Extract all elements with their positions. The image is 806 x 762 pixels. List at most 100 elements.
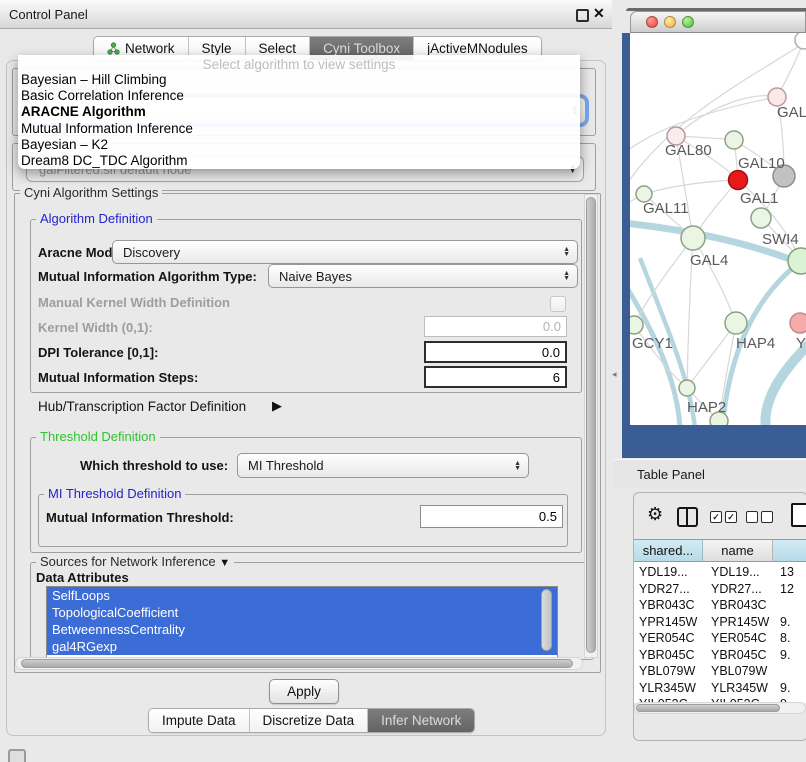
- table-row[interactable]: YER054CYER054C8.: [634, 630, 806, 647]
- node-label: HAP4: [736, 335, 775, 352]
- expand-arrow-icon[interactable]: ▶: [272, 398, 282, 414]
- network-node[interactable]: [679, 380, 695, 396]
- column-header-shared-name[interactable]: shared...: [634, 540, 703, 562]
- mi-steps-field[interactable]: 6: [424, 366, 567, 388]
- manual-kernel-checkbox[interactable]: [550, 296, 566, 312]
- dropdown-placeholder: Select algorithm to view settings: [18, 55, 580, 72]
- mi-algorithm-type-combo[interactable]: Naive Bayes ▲▼: [268, 264, 578, 288]
- mi-steps-value: 6: [553, 370, 560, 385]
- tab-label: Impute Data: [162, 713, 236, 728]
- minimized-panel-button[interactable]: [8, 749, 26, 762]
- cell: YDL19...: [703, 565, 773, 579]
- screen: Control Panel ✕ Network Style Select Cyn…: [0, 0, 806, 762]
- checked-checkbox-icon[interactable]: ✓: [710, 511, 722, 523]
- table-row[interactable]: YDL19...YDL19...13: [634, 564, 806, 581]
- tab-label: Select: [259, 41, 297, 56]
- network-canvas[interactable]: GAL GAL80 GAL10 GAL1 GAL11 SWI4 GAL4 GCY…: [630, 33, 806, 425]
- tab-label: Cyni Toolbox: [323, 41, 400, 56]
- hub-tf-section-label: Hub/Transcription Factor Definition: [38, 399, 246, 414]
- dropdown-item[interactable]: Bayesian – Hill Climbing: [18, 72, 580, 88]
- collapse-arrow-icon[interactable]: ▼: [219, 557, 230, 569]
- tab-discretize-data[interactable]: Discretize Data: [250, 709, 369, 732]
- which-threshold-label: Which threshold to use:: [80, 458, 228, 473]
- cell: YPR145W: [634, 615, 703, 629]
- settings-hscroll-thumb[interactable]: [21, 659, 573, 668]
- network-node[interactable]: [681, 226, 705, 250]
- table-row[interactable]: YPR145WYPR145W9.: [634, 614, 806, 631]
- tab-label: Infer Network: [381, 713, 461, 728]
- cell: YBR043C: [703, 598, 773, 612]
- list-item[interactable]: TopologicalCoefficient: [47, 604, 557, 621]
- which-threshold-combo[interactable]: MI Threshold ▲▼: [237, 453, 529, 478]
- manual-kernel-label: Manual Kernel Width Definition: [38, 295, 230, 310]
- cell: 9.: [773, 648, 806, 662]
- minimize-traffic-light[interactable]: [664, 16, 676, 28]
- dropdown-item[interactable]: Dream8 DC_TDC Algorithm: [18, 153, 580, 169]
- table-hscroll-thumb[interactable]: [636, 704, 780, 712]
- aracne-mode-combo[interactable]: Discovery ▲▼: [112, 240, 578, 264]
- table-row[interactable]: YBR045CYBR045C9.: [634, 647, 806, 664]
- list-item[interactable]: BetweennessCentrality: [47, 621, 557, 638]
- unchecked-checkbox-icon[interactable]: [761, 511, 773, 523]
- tab-label: Style: [202, 41, 232, 56]
- float-window-icon[interactable]: [576, 9, 589, 22]
- mi-threshold-group-title: MI Threshold Definition: [44, 487, 185, 501]
- list-item[interactable]: gal4RGexp: [47, 638, 557, 655]
- sources-title: Sources for Network Inference ▼: [36, 555, 234, 570]
- tab-label: Network: [125, 41, 175, 56]
- network-icon: [107, 42, 120, 55]
- checked-checkbox-icon[interactable]: ✓: [725, 511, 737, 523]
- data-attributes-list: SelfLoops TopologicalCoefficient Between…: [46, 586, 558, 658]
- dpi-tolerance-value: 0.0: [542, 345, 560, 360]
- dpi-tolerance-field[interactable]: 0.0: [424, 341, 567, 363]
- gear-icon[interactable]: ⚙: [647, 505, 663, 523]
- column-header-cut[interactable]: [773, 540, 806, 562]
- node-label: GAL10: [738, 155, 785, 172]
- table-row[interactable]: YDR27...YDR27...12: [634, 581, 806, 598]
- table-row[interactable]: YLR345WYLR345W9.: [634, 680, 806, 697]
- close-traffic-light[interactable]: [646, 16, 658, 28]
- node-label: GAL80: [665, 142, 712, 159]
- zoom-traffic-light[interactable]: [682, 16, 694, 28]
- mi-threshold-field[interactable]: 0.5: [420, 505, 563, 528]
- node-label: GAL: [777, 104, 806, 121]
- aracne-mode-value: Discovery: [123, 245, 180, 260]
- network-node[interactable]: [795, 33, 806, 49]
- network-node[interactable]: [630, 316, 643, 334]
- network-node[interactable]: [790, 313, 806, 333]
- settings-vscroll-thumb[interactable]: [586, 197, 596, 653]
- apply-button[interactable]: Apply: [269, 679, 339, 704]
- cell: YBR045C: [634, 648, 703, 662]
- column-header-name[interactable]: name: [703, 540, 773, 562]
- dropdown-item[interactable]: Bayesian – K2: [18, 137, 580, 153]
- split-columns-icon[interactable]: [677, 507, 698, 527]
- dropdown-item-selected[interactable]: ARACNE Algorithm: [18, 104, 580, 120]
- tab-impute-data[interactable]: Impute Data: [149, 709, 250, 732]
- node-labels: GAL GAL80 GAL10 GAL1 GAL11 SWI4 GAL4 GCY…: [632, 104, 806, 416]
- cell: YLR345W: [703, 681, 773, 695]
- dropdown-item[interactable]: Basic Correlation Inference: [18, 88, 580, 104]
- dropdown-item[interactable]: Mutual Information Inference: [18, 121, 580, 137]
- table-row[interactable]: YBR043CYBR043C: [634, 597, 806, 614]
- cell: YDL19...: [634, 565, 703, 579]
- list-scrollbar-thumb[interactable]: [541, 589, 552, 651]
- list-item[interactable]: SelfLoops: [47, 587, 557, 604]
- unchecked-checkbox-icon[interactable]: [746, 511, 758, 523]
- kernel-width-label: Kernel Width (0,1):: [38, 320, 153, 335]
- cell: 12: [773, 582, 806, 596]
- combo-arrows-icon: ▲▼: [563, 271, 570, 281]
- table-row[interactable]: YBL079WYBL079W: [634, 663, 806, 680]
- tab-infer-network[interactable]: Infer Network: [368, 709, 474, 732]
- dpi-tolerance-label: DPI Tolerance [0,1]:: [38, 345, 158, 360]
- network-node[interactable]: [725, 131, 743, 149]
- data-attributes-label: Data Attributes: [36, 570, 129, 585]
- splitter-collapse-icon[interactable]: ◂: [612, 369, 617, 380]
- document-icon[interactable]: [791, 503, 806, 527]
- network-node[interactable]: [751, 208, 771, 228]
- kernel-width-field[interactable]: 0.0: [424, 316, 567, 337]
- network-node[interactable]: [788, 248, 806, 274]
- close-panel-icon[interactable]: ✕: [593, 5, 605, 22]
- network-node[interactable]: [729, 171, 748, 190]
- network-node[interactable]: [725, 312, 747, 334]
- cell: YDR27...: [703, 582, 773, 596]
